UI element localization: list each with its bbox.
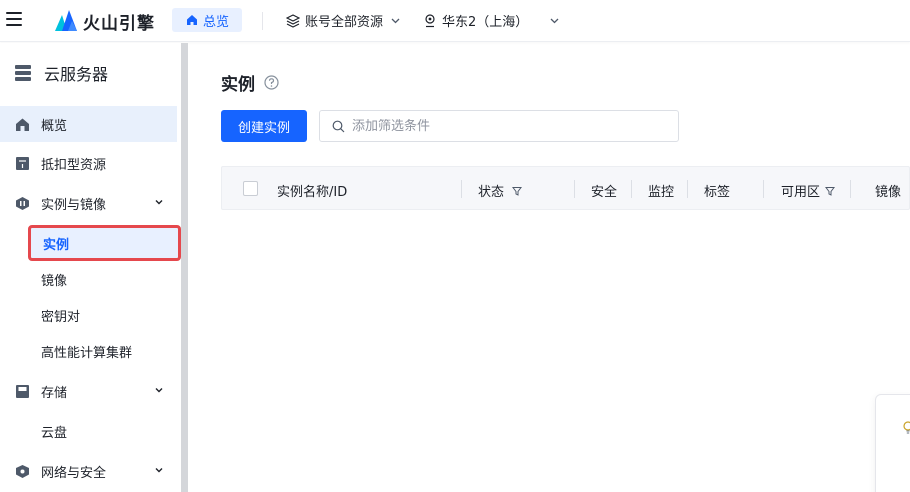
overview-button[interactable]: 总览 xyxy=(172,8,242,32)
logo-text[interactable]: 火山引擎 xyxy=(83,9,155,34)
filter-bar[interactable] xyxy=(319,110,679,142)
sidebar-item-images[interactable]: 镜像 xyxy=(0,261,181,297)
column-header-zone: 可用区 xyxy=(781,181,836,200)
overview-label: 总览 xyxy=(203,14,230,30)
home-icon xyxy=(187,15,197,25)
sidebar-title: 云服务器 xyxy=(14,61,108,85)
column-divider[interactable] xyxy=(763,180,764,198)
column-header-tags: 标签 xyxy=(704,185,731,200)
sidebar: 云服务器 概览 抵扣型资源 实例与镜像 实例 镜像 密钥对 高性能计算集群 存储… xyxy=(0,43,181,492)
column-divider[interactable] xyxy=(631,180,632,198)
location-icon xyxy=(425,13,435,27)
sidebar-subitem-label: 镜像 xyxy=(41,273,68,289)
resource-selector[interactable]: 账号全部资源 xyxy=(286,11,400,30)
divider xyxy=(262,12,263,30)
sidebar-item-hpc-cluster[interactable]: 高性能计算集群 xyxy=(0,333,181,369)
sidebar-item-key-pairs[interactable]: 密钥对 xyxy=(0,297,181,333)
sidebar-item-label: 存储 xyxy=(41,385,68,401)
column-divider[interactable] xyxy=(461,180,462,198)
lightbulb-icon xyxy=(903,421,910,434)
resource-selector-label: 账号全部资源 xyxy=(305,15,384,30)
column-header-name: 实例名称/ID xyxy=(277,185,348,200)
top-bar: 火山引擎 总览 账号全部资源 华东2（上海） xyxy=(0,0,910,42)
menu-icon[interactable] xyxy=(6,12,22,26)
instance-icon xyxy=(16,196,29,210)
volcengine-logo-icon[interactable] xyxy=(53,8,79,32)
table-header: 实例名称/ID 状态 安全 监控 标签 可用区 镜像 xyxy=(221,166,910,210)
region-selector-label: 华东2（上海） xyxy=(442,15,529,30)
coupon-icon xyxy=(16,156,29,170)
select-all-checkbox[interactable] xyxy=(243,181,258,196)
region-selector[interactable]: 华东2（上海） xyxy=(424,11,559,30)
chevron-down-icon xyxy=(155,200,163,205)
sidebar-item-label: 实例与镜像 xyxy=(41,197,107,213)
chevron-down-icon xyxy=(155,468,163,473)
layers-icon xyxy=(286,13,300,28)
sidebar-subitem-label: 实例 xyxy=(43,237,70,253)
chevron-down-icon xyxy=(550,18,559,23)
home-icon xyxy=(16,118,29,131)
create-instance-button[interactable]: 创建实例 xyxy=(221,110,307,142)
column-header-image: 镜像 xyxy=(875,185,902,200)
sidebar-scrollbar[interactable] xyxy=(181,43,188,492)
sidebar-item-instances[interactable]: 实例 xyxy=(28,225,181,261)
help-icon[interactable] xyxy=(264,75,279,90)
column-divider[interactable] xyxy=(687,180,688,198)
column-header-monitor: 监控 xyxy=(648,185,675,200)
sidebar-item-label: 抵扣型资源 xyxy=(41,157,107,173)
column-header-security: 安全 xyxy=(591,185,618,200)
sidebar-item-deduction[interactable]: 抵扣型资源 xyxy=(0,145,181,181)
sidebar-title-label: 云服务器 xyxy=(44,65,109,84)
sidebar-item-label: 概览 xyxy=(41,118,68,134)
sidebar-item-label: 网络与安全 xyxy=(41,465,107,481)
sidebar-subitem-label: 云盘 xyxy=(41,425,68,441)
chevron-down-icon xyxy=(391,18,400,23)
sidebar-item-instance-image[interactable]: 实例与镜像 xyxy=(0,185,181,221)
sidebar-item-cloud-disk[interactable]: 云盘 xyxy=(0,413,181,449)
column-header-status: 状态 xyxy=(478,181,523,200)
page-title: 实例 xyxy=(221,70,279,95)
page-title-text: 实例 xyxy=(221,75,255,95)
floating-tip-card[interactable] xyxy=(875,394,910,492)
column-divider[interactable] xyxy=(574,180,575,198)
sidebar-item-overview[interactable]: 概览 xyxy=(0,106,177,142)
sidebar-subitem-label: 高性能计算集群 xyxy=(41,345,133,361)
server-icon xyxy=(15,65,31,81)
shield-icon xyxy=(16,464,29,478)
sidebar-item-storage[interactable]: 存储 xyxy=(0,373,181,409)
chevron-down-icon xyxy=(155,388,163,393)
filter-icon[interactable] xyxy=(512,186,523,196)
sidebar-subitem-label: 密钥对 xyxy=(41,309,81,325)
disk-icon xyxy=(16,384,29,398)
column-divider[interactable] xyxy=(850,180,851,198)
search-icon xyxy=(332,120,345,132)
sidebar-item-network-security[interactable]: 网络与安全 xyxy=(0,453,181,489)
filter-icon[interactable] xyxy=(825,186,836,196)
filter-input[interactable] xyxy=(352,118,672,134)
